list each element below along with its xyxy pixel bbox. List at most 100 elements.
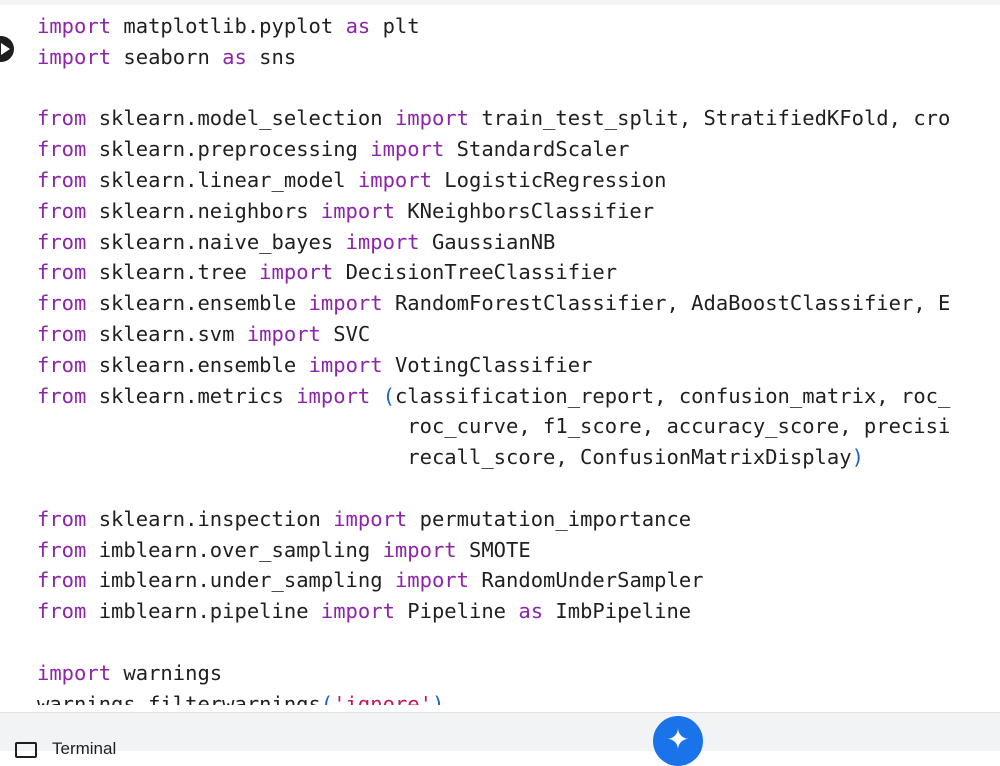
- code-token: sklearn.ensemble: [86, 352, 309, 377]
- paren-token: (: [320, 691, 334, 705]
- keyword-token: import: [37, 14, 112, 38]
- keyword-token: import: [394, 568, 469, 593]
- terminal-icon[interactable]: [15, 742, 37, 758]
- code-line: warnings.filterwarnings('ignore'): [37, 689, 950, 705]
- keyword-token: from: [37, 383, 87, 408]
- paren-token: ): [431, 691, 445, 705]
- code-token: KNeighborsClassifier: [394, 198, 655, 223]
- code-token: warnings.filterwarnings: [37, 691, 321, 705]
- keyword-token: import: [370, 137, 445, 162]
- code-cell[interactable]: import matplotlib.pyplot as plt import se…: [0, 5, 1000, 705]
- keyword-token: from: [37, 352, 87, 377]
- code-token: LogisticRegression: [431, 167, 667, 192]
- code-token: imblearn.pipeline: [86, 599, 321, 624]
- code-token: sklearn.metrics: [86, 383, 297, 408]
- keyword-token: from: [37, 106, 87, 131]
- keyword-token: import: [345, 229, 420, 254]
- keyword-token: import: [320, 599, 395, 624]
- keyword-token: from: [37, 506, 87, 531]
- code-token: matplotlib.pyplot: [111, 14, 346, 38]
- gemini-button[interactable]: ✦: [653, 716, 703, 766]
- code-token: sklearn.ensemble: [86, 291, 309, 316]
- keyword-token: import: [308, 352, 383, 377]
- code-token: GaussianNB: [419, 229, 556, 254]
- code-line: from sklearn.ensemble import VotingClass…: [37, 350, 950, 381]
- keyword-token: from: [37, 167, 87, 192]
- keyword-token: import: [259, 260, 334, 285]
- keyword-token: from: [37, 321, 87, 346]
- code-line: import matplotlib.pyplot as plt: [37, 11, 950, 42]
- code-token: RandomUnderSampler: [469, 568, 704, 593]
- keyword-token: import: [357, 167, 432, 192]
- code-line: from sklearn.tree import DecisionTreeCla…: [37, 257, 950, 288]
- code-line: from sklearn.inspection import permutati…: [37, 504, 950, 535]
- keyword-token: from: [37, 229, 87, 254]
- code-token: VotingClassifier: [382, 352, 593, 377]
- code-token: imblearn.under_sampling: [86, 568, 395, 593]
- keyword-token: from: [37, 568, 87, 593]
- code-editor[interactable]: import matplotlib.pyplot as plt import se…: [37, 11, 950, 705]
- code-line: from imblearn.pipeline import Pipeline a…: [37, 596, 950, 627]
- code-token: classification_report, confusion_matrix,…: [394, 383, 951, 408]
- keyword-token: import: [333, 506, 408, 531]
- code-token: seaborn: [111, 44, 223, 69]
- bottom-bar: Terminal ✦: [0, 712, 1000, 766]
- code-token: warnings: [111, 660, 223, 685]
- string-token: 'ignore': [333, 691, 432, 705]
- keyword-token: import: [37, 660, 112, 685]
- code-line: recall_score, ConfusionMatrixDisplay): [37, 442, 950, 473]
- code-token: sklearn.neighbors: [86, 198, 321, 223]
- keyword-token: from: [37, 599, 87, 624]
- keyword-token: import: [308, 291, 383, 316]
- keyword-token: from: [37, 537, 87, 562]
- code-token: StandardScaler: [444, 137, 630, 162]
- code-line: from imblearn.over_sampling import SMOTE: [37, 535, 950, 566]
- code-token: sklearn.preprocessing: [86, 137, 371, 162]
- code-line: from sklearn.linear_model import Logisti…: [37, 165, 950, 196]
- code-token: sklearn.linear_model: [86, 167, 358, 192]
- terminal-label[interactable]: Terminal: [52, 739, 116, 759]
- keyword-token: from: [37, 137, 87, 162]
- paren-token: (: [382, 383, 395, 408]
- keyword-token: from: [37, 260, 87, 285]
- code-line: from sklearn.model_selection import trai…: [37, 103, 950, 134]
- code-token: SMOTE: [456, 537, 531, 562]
- paren-token: ): [851, 445, 864, 470]
- keyword-token: as: [345, 14, 371, 38]
- code-line: from sklearn.naive_bayes import Gaussian…: [37, 227, 950, 258]
- code-line: from sklearn.ensemble import RandomFores…: [37, 288, 950, 319]
- code-token: sklearn.tree: [86, 260, 260, 285]
- keyword-token: from: [37, 291, 87, 316]
- code-token: sklearn.naive_bayes: [86, 229, 346, 254]
- keyword-token: import: [246, 321, 321, 346]
- code-token: sns: [246, 44, 297, 69]
- keyword-token: import: [320, 198, 395, 223]
- code-token: train_test_split, StratifiedKFold, cro: [469, 106, 951, 131]
- code-token: roc_curve, f1_score, accuracy_score, pre…: [37, 414, 951, 439]
- run-cell-button[interactable]: [0, 36, 14, 62]
- code-line: import seaborn as sns: [37, 42, 950, 73]
- code-token: permutation_importance: [407, 506, 692, 531]
- code-line: from imblearn.under_sampling import Rand…: [37, 565, 950, 596]
- keyword-token: from: [37, 198, 87, 223]
- code-token: imblearn.over_sampling: [86, 537, 383, 562]
- keyword-token: import: [394, 106, 469, 131]
- keyword-token: import: [296, 383, 371, 408]
- code-line: from sklearn.neighbors import KNeighbors…: [37, 196, 950, 227]
- code-token: DecisionTreeClassifier: [333, 260, 618, 285]
- code-token: sklearn.inspection: [86, 506, 334, 531]
- code-token: RandomForestClassifier, AdaBoostClassifi…: [382, 291, 951, 316]
- code-token: sklearn.svm: [86, 321, 247, 346]
- code-line: from sklearn.preprocessing import Standa…: [37, 134, 950, 165]
- code-token: Pipeline: [394, 599, 519, 624]
- code-line: from sklearn.metrics import (classificat…: [37, 381, 950, 412]
- keyword-token: as: [518, 599, 544, 624]
- code-token: plt: [370, 14, 420, 38]
- code-token: SVC: [320, 321, 371, 346]
- code-line: roc_curve, f1_score, accuracy_score, pre…: [37, 411, 950, 442]
- code-token: sklearn.model_selection: [86, 106, 395, 131]
